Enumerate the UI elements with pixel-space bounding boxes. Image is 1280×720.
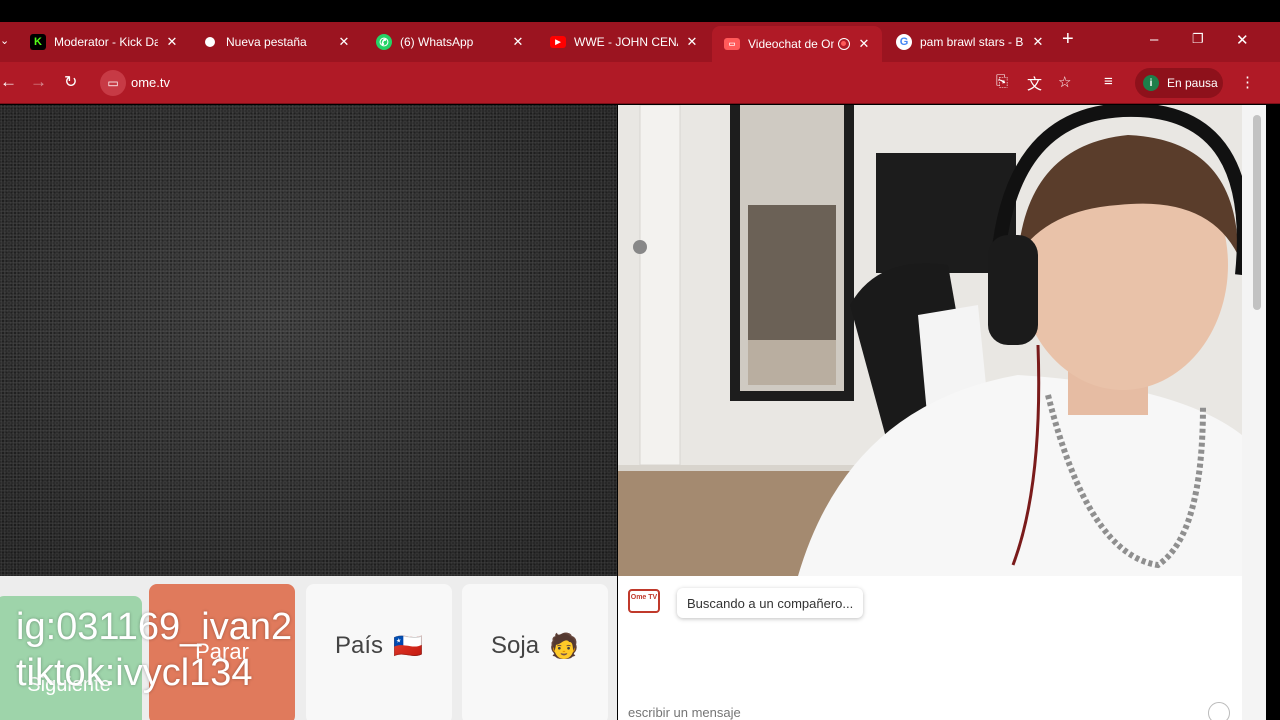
browser-toolbar: ← → ↻ ▭ ome.tv ⎘ 文 ☆ ≡ i En pausa ⋮ [0, 62, 1280, 104]
close-icon[interactable]: ✕ [856, 36, 872, 52]
gender-filter-button[interactable]: Soja 🧑 [462, 584, 608, 720]
chile-flag-icon: 🇨🇱 [393, 632, 423, 660]
tab-kick[interactable]: K Moderator - Kick Das ✕ [18, 26, 190, 58]
screen-edge [1266, 105, 1280, 720]
bookmark-star-icon[interactable]: ☆ [1058, 73, 1071, 91]
close-icon[interactable]: ✕ [684, 34, 700, 50]
tiktok-handle: tiktok:ivycl134 [16, 652, 253, 694]
kick-icon: K [30, 34, 46, 50]
youtube-icon: ▶ [550, 36, 566, 48]
whatsapp-icon: ✆ [376, 34, 392, 50]
install-app-icon[interactable]: ⎘ [996, 73, 1008, 90]
tab-google[interactable]: G pam brawl stars - Bus ✕ [884, 26, 1056, 58]
tab-ometv[interactable]: ▭ Videochat de Om ✕ [712, 26, 882, 62]
media-controls-icon[interactable]: ≡ [1104, 73, 1113, 90]
country-filter-button[interactable]: País 🇨🇱 [306, 584, 452, 720]
profile-status: En pausa [1167, 76, 1218, 90]
new-tab-button[interactable]: + [1062, 28, 1074, 51]
tab-title: WWE - JOHN CENA E [574, 35, 678, 49]
gender-label: Soja [491, 632, 540, 659]
restore-button[interactable]: ❐ [1192, 31, 1204, 47]
tab-search-icon[interactable]: ⌄ [0, 34, 9, 47]
tab-title: (6) WhatsApp [400, 35, 474, 49]
url-bar[interactable]: ome.tv [131, 75, 170, 90]
close-icon[interactable]: ✕ [336, 34, 352, 50]
forward-arrow-icon[interactable]: → [30, 72, 47, 92]
profile-button[interactable]: i En pausa [1135, 68, 1223, 98]
minimize-button[interactable]: – [1150, 31, 1158, 48]
emoji-icon[interactable] [1208, 702, 1230, 720]
tab-title: Videochat de Om [748, 37, 834, 51]
translate-icon[interactable]: 文 [1027, 73, 1042, 94]
close-icon[interactable]: ✕ [164, 34, 180, 50]
tab-youtube[interactable]: ▶ WWE - JOHN CENA E ✕ [538, 26, 710, 58]
tab-new[interactable]: Nueva pestaña ✕ [190, 26, 362, 58]
person-emoji-icon: 🧑 [549, 632, 579, 660]
tab-title: Nueva pestaña [226, 35, 307, 49]
streamer-watermark: ig:031169_ivan2 tiktok:ivycl134 [16, 604, 292, 696]
site-info-icon[interactable]: ▭ [100, 70, 126, 96]
ometv-logo: Ome TV [628, 589, 660, 613]
self-camera-video [618, 105, 1242, 576]
chat-panel: Ome TV Buscando a un compañero... [618, 576, 1242, 720]
chrome-icon [202, 34, 218, 50]
recording-icon [838, 38, 850, 50]
close-window-button[interactable]: ✕ [1236, 31, 1249, 49]
tab-whatsapp[interactable]: ✆ (6) WhatsApp ✕ [364, 26, 536, 58]
tab-title: Moderator - Kick Das [54, 35, 158, 49]
reload-icon[interactable]: ↻ [64, 72, 77, 92]
google-icon: G [896, 34, 912, 50]
back-arrow-icon[interactable]: ← [0, 72, 17, 92]
screen: ⌄ K Moderator - Kick Das ✕ Nueva pestaña… [0, 0, 1280, 720]
camera-feed-image [618, 105, 1242, 576]
ometv-icon: ▭ [724, 38, 740, 50]
kebab-menu-icon[interactable]: ⋮ [1240, 73, 1255, 91]
country-label: País [335, 632, 384, 659]
profile-avatar: i [1143, 75, 1159, 91]
tab-strip: ⌄ K Moderator - Kick Das ✕ Nueva pestaña… [0, 22, 1280, 62]
instagram-handle: ig:031169_ivan2 [16, 606, 293, 648]
remote-video [0, 105, 617, 576]
tab-title: pam brawl stars - Bus [920, 35, 1024, 49]
scrollbar-thumb[interactable] [1253, 115, 1261, 310]
close-icon[interactable]: ✕ [1030, 34, 1046, 50]
chat-message-input[interactable] [618, 704, 1242, 720]
status-message: Buscando a un compañero... [677, 588, 864, 618]
close-icon[interactable]: ✕ [510, 34, 526, 50]
